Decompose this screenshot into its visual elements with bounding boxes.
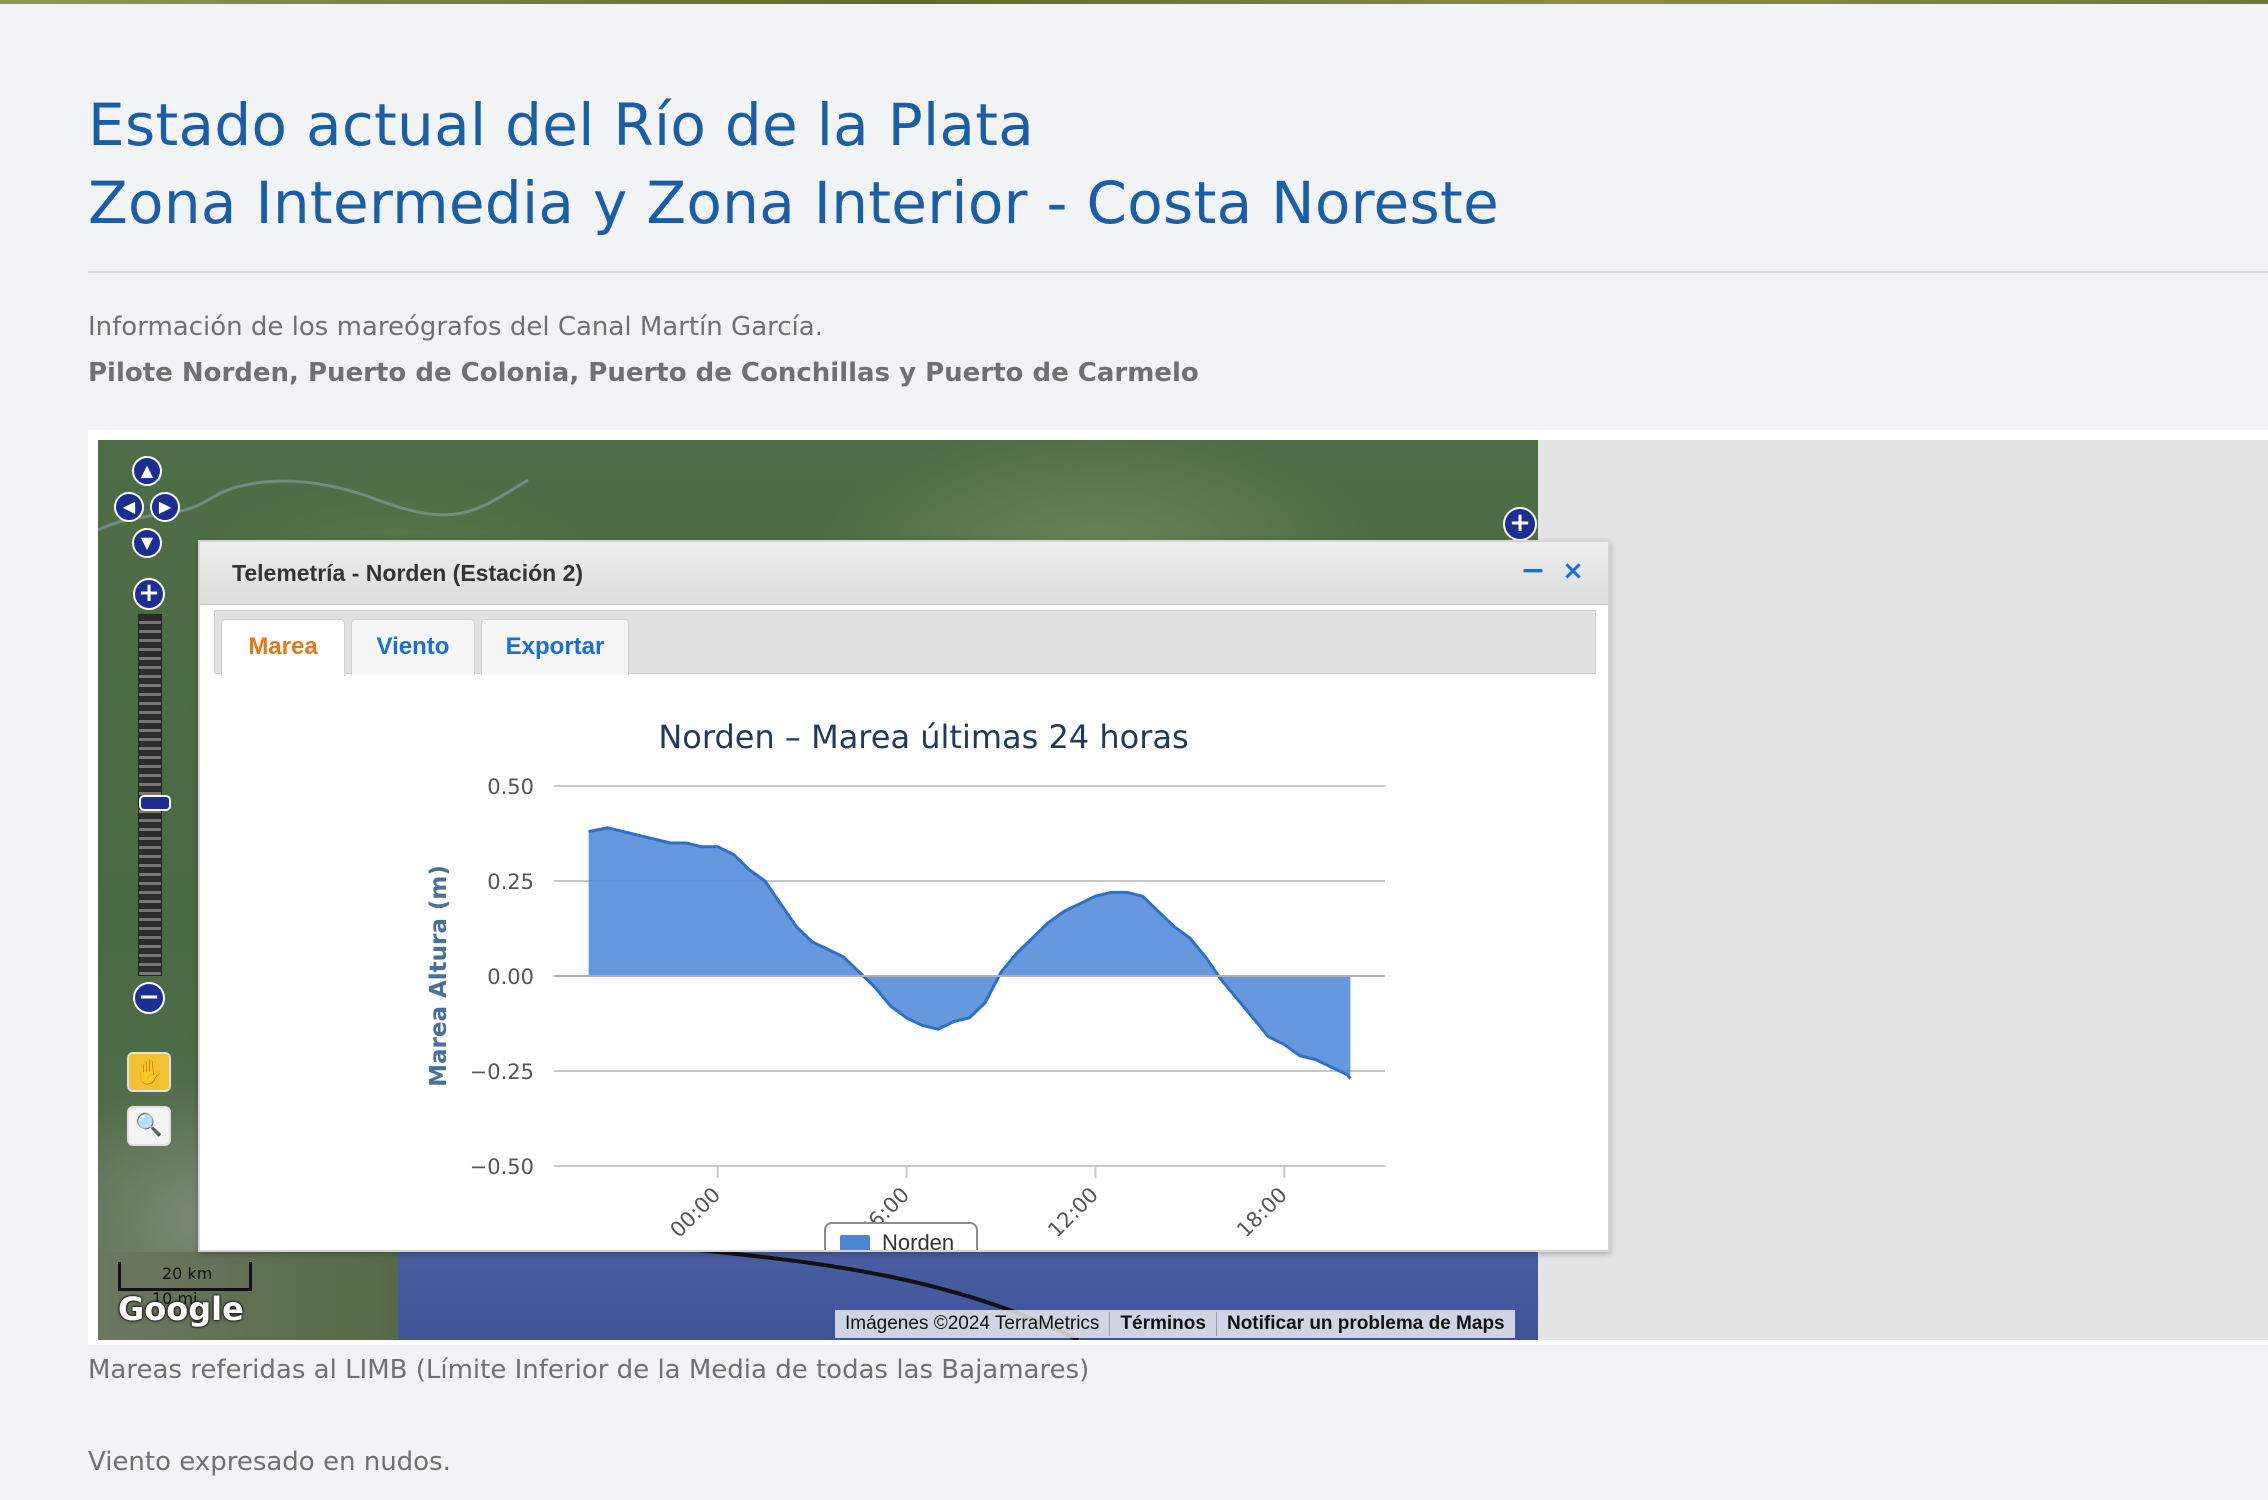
- tab-viento[interactable]: Viento: [351, 619, 475, 675]
- legend-swatch: [840, 1235, 870, 1250]
- x-tick-label: 12:00: [1043, 1183, 1103, 1236]
- zoom-slider-track[interactable]: [138, 614, 171, 976]
- zoom-out-icon[interactable]: −: [133, 982, 165, 1014]
- chart-title: Norden – Marea últimas 24 horas: [658, 718, 1188, 756]
- window-titlebar[interactable]: Telemetría - Norden (Estación 2) − ×: [200, 542, 1608, 605]
- header-image-strip: [0, 0, 2268, 4]
- hand-pan-icon[interactable]: ✋: [127, 1052, 171, 1092]
- y-tick-label: −0.25: [470, 1060, 534, 1084]
- terms-link[interactable]: Términos: [1110, 1313, 1216, 1335]
- wind-note: Viento expresado en nudos.: [88, 1447, 451, 1477]
- title-divider: [88, 271, 2268, 273]
- pan-up-icon[interactable]: ▲: [132, 456, 162, 486]
- page-title-line2: Zona Intermedia y Zona Interior - Costa …: [88, 169, 1500, 237]
- zoom-in-icon[interactable]: +: [133, 578, 165, 610]
- imagery-credit: Imágenes ©2024 TerraMetrics: [845, 1313, 1100, 1334]
- tab-marea[interactable]: Marea: [221, 619, 345, 676]
- y-tick-label: 0.00: [487, 965, 534, 989]
- pan-right-icon[interactable]: ▶: [150, 492, 180, 522]
- y-tick-label: 0.25: [487, 870, 534, 894]
- x-tick-label: 00:00: [665, 1183, 725, 1236]
- intro-text: Información de los mareógrafos del Canal…: [88, 312, 823, 342]
- y-axis-title: Marea Altura (m): [426, 865, 452, 1087]
- map-attribution: Imágenes ©2024 TerraMetrics Términos Not…: [835, 1310, 1515, 1338]
- zoom-control: + −: [133, 578, 171, 1018]
- stations-list: Pilote Norden, Puerto de Colonia, Puerto…: [88, 358, 1199, 388]
- report-problem-link[interactable]: Notificar un problema de Maps: [1217, 1313, 1515, 1335]
- legend-label: Norden: [882, 1230, 955, 1252]
- page-title-line1: Estado actual del Río de la Plata: [88, 91, 1035, 159]
- tab-exportar[interactable]: Exportar: [481, 619, 629, 675]
- telemetry-window: Telemetría - Norden (Estación 2) − × Mar…: [198, 540, 1610, 1252]
- zoom-box-icon[interactable]: 🔍: [127, 1106, 171, 1146]
- google-logo: Google: [118, 1290, 244, 1328]
- page-title: Estado actual del Río de la Plata Zona I…: [88, 86, 1499, 242]
- tab-bar: Marea Viento Exportar: [214, 610, 1596, 676]
- scale-km: 20 km: [162, 1264, 213, 1283]
- y-tick-label: 0.50: [487, 775, 534, 799]
- map-scale: 20 km 10 mi: [118, 1262, 258, 1308]
- map-empty-area: [1538, 440, 2268, 1340]
- tide-chart: Norden – Marea últimas 24 horas 0.50 0.25 0…: [426, 718, 1385, 1236]
- pan-down-icon[interactable]: ▼: [132, 528, 162, 558]
- x-tick-label: 18:00: [1232, 1183, 1292, 1236]
- limb-note: Mareas referidas al LIMB (Límite Inferio…: [88, 1355, 1090, 1385]
- window-title: Telemetría - Norden (Estación 2): [232, 560, 584, 586]
- series-area-norden: [588, 827, 1351, 1079]
- chart-legend[interactable]: Norden: [824, 1222, 978, 1252]
- expand-icon[interactable]: +: [1503, 507, 1537, 541]
- zoom-slider-handle[interactable]: [139, 795, 171, 811]
- pan-control: ▲ ◀ ▶ ▼: [112, 456, 182, 564]
- minimize-icon[interactable]: −: [1518, 554, 1548, 588]
- y-tick-label: −0.50: [470, 1155, 534, 1179]
- pan-left-icon[interactable]: ◀: [114, 492, 144, 522]
- close-icon[interactable]: ×: [1558, 554, 1588, 588]
